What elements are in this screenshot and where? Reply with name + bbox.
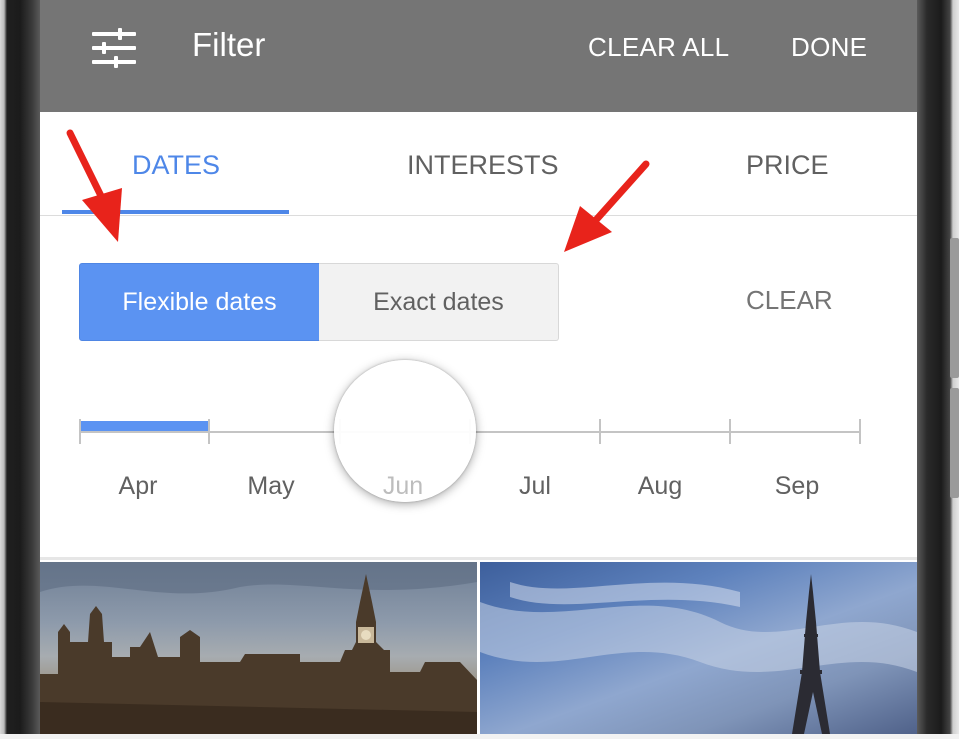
- slider-tick: [729, 419, 731, 444]
- month-label-may[interactable]: May: [226, 472, 316, 501]
- phone-bezel-left: [0, 0, 40, 739]
- slider-tick: [79, 419, 81, 444]
- month-label-apr[interactable]: Apr: [93, 472, 183, 501]
- exact-dates-toggle[interactable]: Exact dates: [319, 263, 559, 341]
- tab-dates[interactable]: DATES: [132, 150, 220, 181]
- london-skyline-image: [40, 562, 477, 734]
- month-label-jul[interactable]: Jul: [490, 472, 580, 501]
- done-button[interactable]: DONE: [791, 32, 867, 63]
- paris-skyline-image: [480, 574, 917, 734]
- tab-interests[interactable]: INTERESTS: [407, 150, 559, 181]
- tab-price[interactable]: PRICE: [746, 150, 829, 181]
- month-label-jun[interactable]: Jun: [358, 472, 448, 501]
- section-divider: [40, 557, 917, 560]
- london-big-ben-photo[interactable]: [40, 562, 477, 734]
- phone-frame: Filter CLEAR ALL DONE DATES INTERESTS PR…: [0, 0, 959, 739]
- slider-tick: [599, 419, 601, 444]
- slider-tick: [208, 419, 210, 444]
- month-label-sep[interactable]: Sep: [752, 472, 842, 501]
- bottom-strip: [0, 734, 959, 739]
- clear-dates-button[interactable]: CLEAR: [746, 285, 833, 316]
- filter-tabs: DATES INTERESTS PRICE: [40, 112, 917, 216]
- paris-eiffel-tower-photo[interactable]: [480, 562, 917, 734]
- phone-side-button: [950, 238, 959, 378]
- phone-side-button: [950, 388, 959, 498]
- tune-sliders-icon[interactable]: [92, 28, 136, 68]
- month-label-aug[interactable]: Aug: [615, 472, 705, 501]
- active-tab-indicator: [62, 210, 289, 214]
- filter-toolbar: Filter CLEAR ALL DONE: [40, 0, 917, 112]
- toolbar-title: Filter: [192, 26, 266, 63]
- clear-all-button[interactable]: CLEAR ALL: [588, 32, 729, 63]
- flexible-dates-toggle[interactable]: Flexible dates: [79, 263, 320, 341]
- slider-tick: [859, 419, 861, 444]
- month-slider-selected-range: [79, 421, 209, 431]
- app-screen: Filter CLEAR ALL DONE DATES INTERESTS PR…: [40, 0, 917, 734]
